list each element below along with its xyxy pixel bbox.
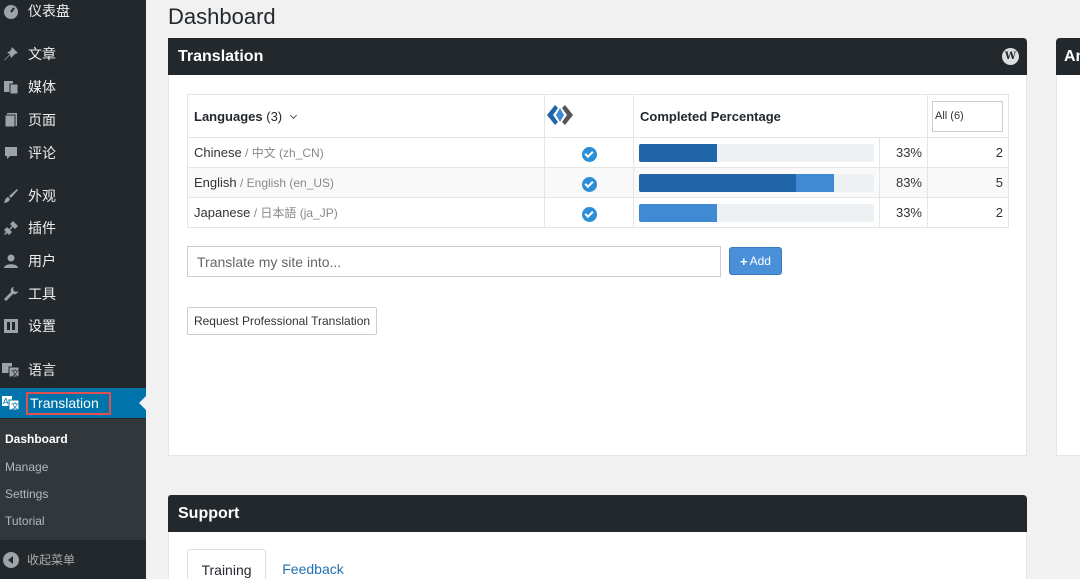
table-row[interactable]: Japanese / 日本語 (ja_JP) 33% 2 xyxy=(187,197,1009,228)
filter-select[interactable]: All (6) xyxy=(932,100,1003,132)
support-panel-header: Support xyxy=(168,495,1027,532)
sidebar-item-posts[interactable]: 文章 xyxy=(0,39,146,69)
svg-text:文: 文 xyxy=(11,401,19,411)
sidebar-item-plugins[interactable]: 插件 xyxy=(0,213,146,243)
svg-text:文: 文 xyxy=(11,368,19,378)
translation-submenu: Dashboard Manage Settings Tutorial xyxy=(0,419,146,540)
plugin-icon xyxy=(1,218,21,238)
svg-text:A: A xyxy=(3,397,9,406)
sidebar-item-settings[interactable]: 设置 xyxy=(0,311,146,341)
pin-icon xyxy=(1,44,21,64)
service-logo-header xyxy=(544,94,634,138)
tab-training[interactable]: Training xyxy=(187,549,266,579)
tab-feedback[interactable]: Feedback xyxy=(275,549,351,579)
translation-panel-header: Translation W xyxy=(168,38,1027,75)
wrench-icon xyxy=(1,284,21,304)
progress-fill-secondary xyxy=(796,173,835,192)
translation-panel-title: Translation xyxy=(178,47,264,65)
table-row[interactable]: Chinese / 中文 (zh_CN) 33% 2 xyxy=(187,137,1009,168)
check-circle-icon xyxy=(581,146,597,162)
progress-bar xyxy=(639,203,874,222)
submenu-dashboard[interactable]: Dashboard xyxy=(5,432,68,446)
sidebar-item-tools[interactable]: 工具 xyxy=(0,279,146,309)
right-panel-header: An xyxy=(1056,38,1080,75)
right-panel-title: An xyxy=(1064,47,1080,65)
languages-table: Languages (3) Completed Percentage All (… xyxy=(187,94,1009,228)
translation-icon: A文 xyxy=(1,393,21,413)
page-title: Dashboard xyxy=(168,4,276,29)
completed-column-header: Completed Percentage xyxy=(633,94,928,138)
add-language-button[interactable]: + Add xyxy=(729,247,782,275)
progress-fill xyxy=(639,173,797,192)
right-panel: An xyxy=(1056,38,1080,456)
sidebar-item-media[interactable]: 媒体 xyxy=(0,72,146,102)
sidebar-item-translation[interactable]: A文 Translation xyxy=(0,388,146,418)
user-icon xyxy=(1,251,21,271)
settings-icon xyxy=(1,316,21,336)
request-professional-translation-button[interactable]: Request Professional Translation xyxy=(187,307,377,335)
check-circle-icon xyxy=(581,176,597,192)
admin-sidebar: 仪表盘 文章 媒体 页面 评论 外观 插件 用户 工具 设置 文 语言 A 文 … xyxy=(0,0,146,579)
check-circle-icon xyxy=(581,206,597,222)
translate-site-input[interactable] xyxy=(187,246,721,277)
wordpress-logo-icon: W xyxy=(1002,48,1019,65)
support-panel-title: Support xyxy=(178,504,240,522)
sidebar-item-comments[interactable]: 评论 xyxy=(0,138,146,168)
progress-bar xyxy=(639,143,874,162)
translation-panel: Translation W Languages (3) Completed Pe… xyxy=(168,38,1027,456)
page-icon xyxy=(1,110,21,130)
table-row[interactable]: English / English (en_US) 83% 5 xyxy=(187,167,1009,198)
media-icon xyxy=(1,77,21,97)
support-panel: Support Training Feedback xyxy=(168,495,1027,579)
plus-icon: + xyxy=(740,253,748,269)
submenu-tutorial[interactable]: Tutorial xyxy=(5,514,45,528)
submenu-manage[interactable]: Manage xyxy=(5,460,48,474)
sidebar-item-languages[interactable]: 文 语言 xyxy=(0,355,146,385)
comment-icon xyxy=(1,143,21,163)
sidebar-item-pages[interactable]: 页面 xyxy=(0,105,146,135)
sidebar-item-appearance[interactable]: 外观 xyxy=(0,181,146,211)
paintbrush-icon xyxy=(1,186,21,206)
submenu-settings[interactable]: Settings xyxy=(5,487,48,501)
sidebar-item-users[interactable]: 用户 xyxy=(0,246,146,276)
collapse-menu-button[interactable]: 收起菜单 xyxy=(0,540,146,579)
progress-fill xyxy=(639,203,717,222)
table-header-row: Languages (3) Completed Percentage All (… xyxy=(187,94,1009,138)
progress-bar xyxy=(639,173,874,192)
dashboard-icon xyxy=(1,1,21,21)
chevron-down-icon xyxy=(289,111,297,119)
collapse-arrow-icon xyxy=(3,551,19,568)
languages-column-header[interactable]: Languages (3) xyxy=(187,94,545,138)
filter-header: All (6) xyxy=(927,94,1009,138)
sidebar-item-dashboard[interactable]: 仪表盘 xyxy=(0,0,146,26)
progress-fill xyxy=(639,143,717,162)
language-icon: 文 xyxy=(1,360,21,380)
service-logo-icon xyxy=(547,104,573,125)
